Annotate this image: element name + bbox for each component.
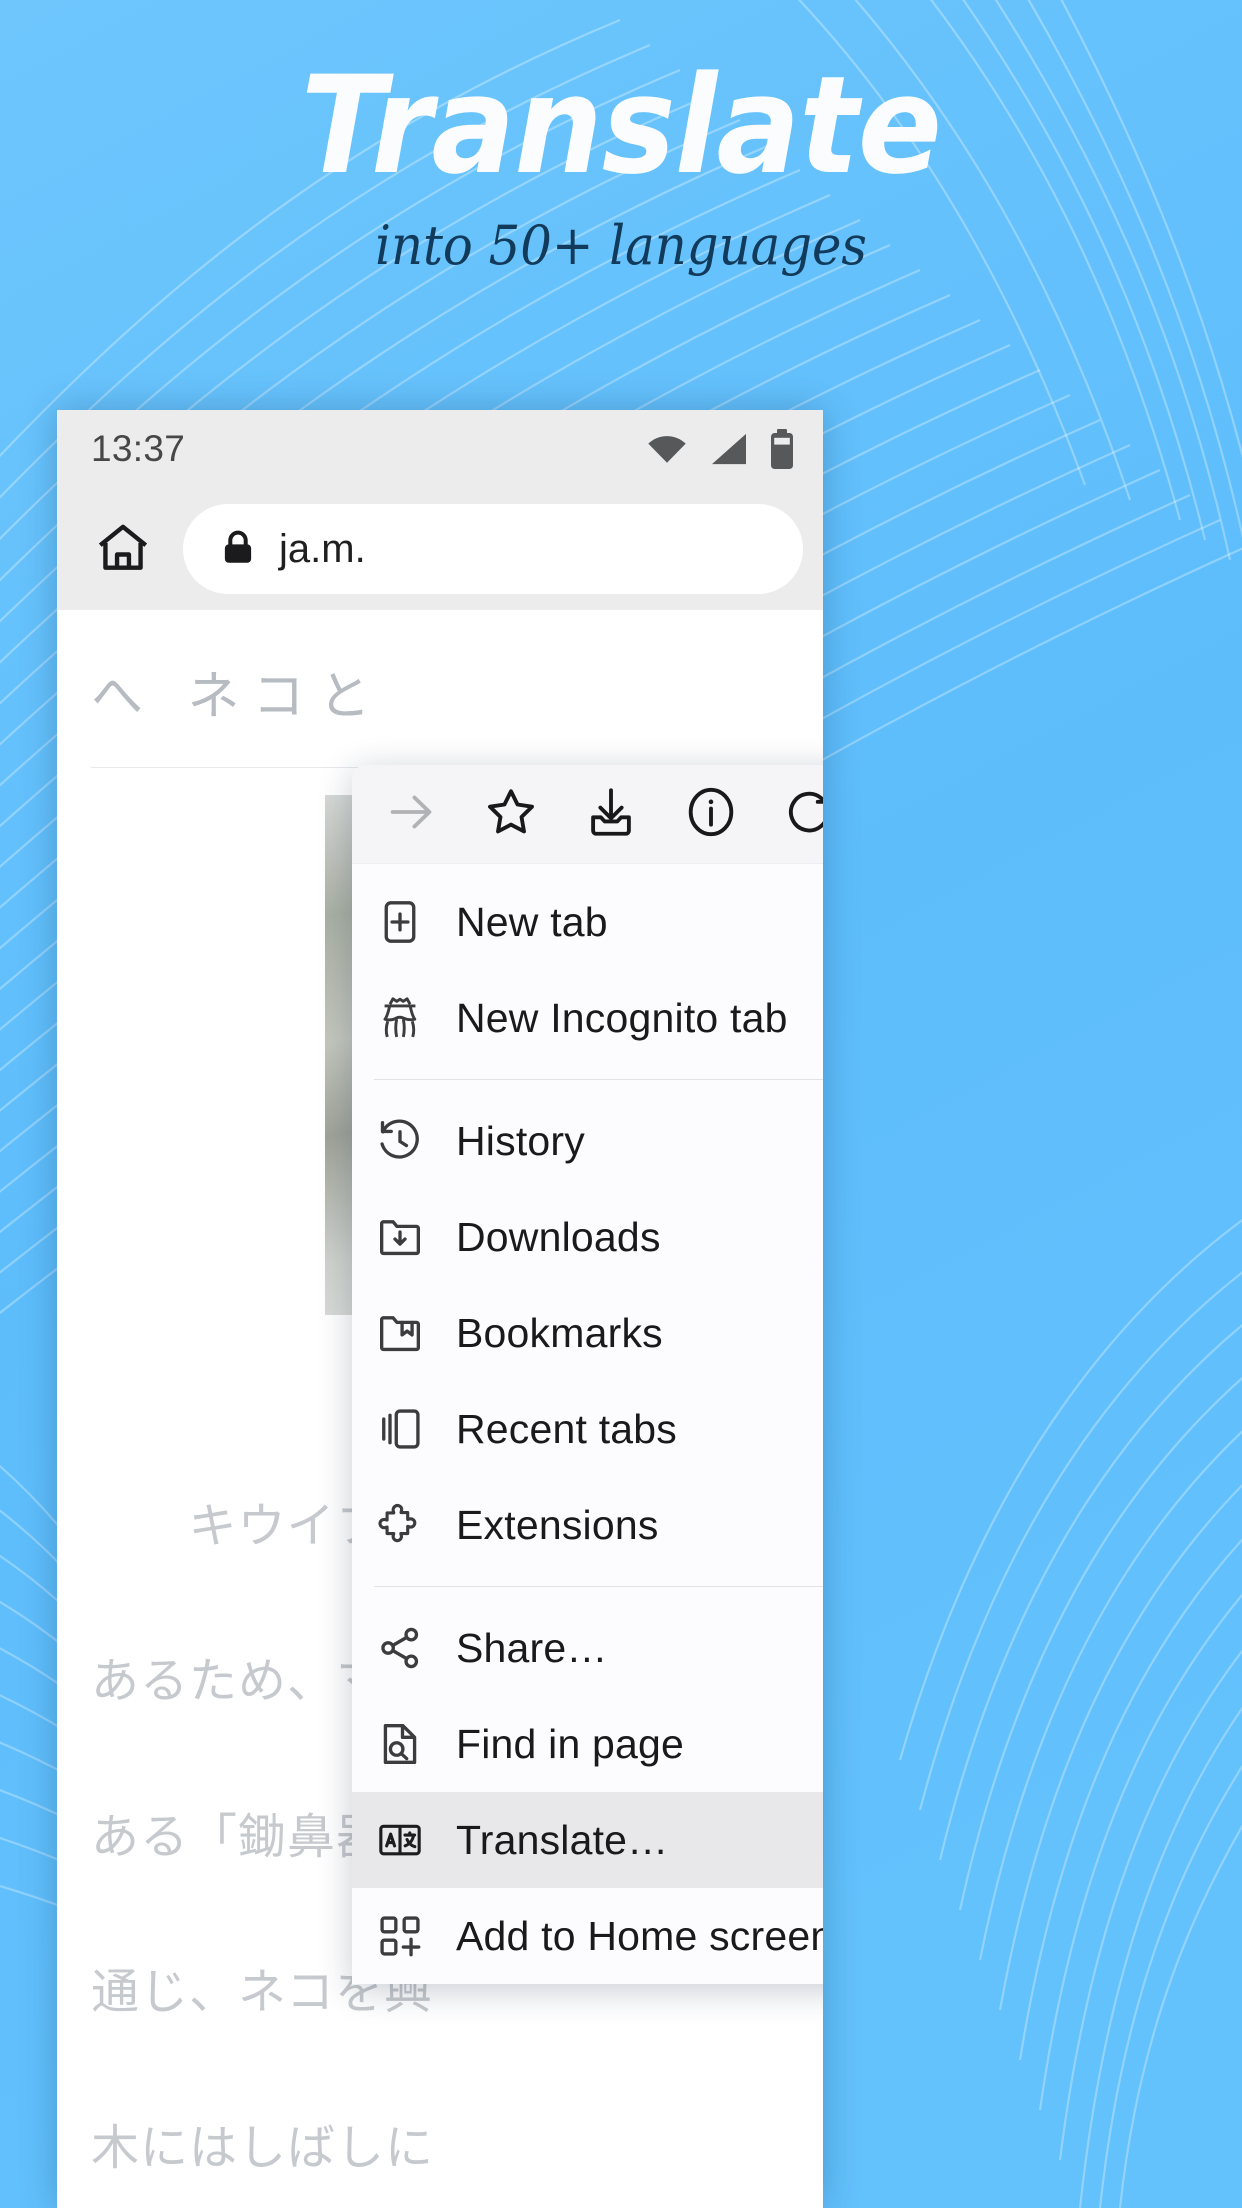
menu-item-label: Find in page [456, 1720, 685, 1767]
reload-icon [781, 783, 823, 846]
translate-icon [374, 1814, 426, 1866]
incognito-icon [374, 992, 426, 1044]
menu-item-label: New Incognito tab [456, 994, 788, 1041]
star-icon [482, 783, 540, 846]
menu-item-translate[interactable]: Translate… [352, 1792, 823, 1888]
menu-item-extensions[interactable]: Extensions [352, 1477, 823, 1573]
menu-item-label: Extensions [456, 1501, 659, 1548]
forward-button[interactable] [376, 778, 448, 850]
menu-item-label: Downloads [456, 1213, 661, 1260]
body-line: 木にはしばしに [91, 2119, 435, 2176]
menu-item-recent-tabs[interactable]: Recent tabs [352, 1381, 823, 1477]
bookmarks-folder-icon [374, 1307, 426, 1359]
menu-item-label: Recent tabs [456, 1405, 677, 1452]
cellular-signal-icon [709, 432, 749, 466]
browser-toolbar: ja.m. [57, 488, 823, 610]
page-heading: へ ネコと [91, 667, 385, 727]
browser-app-menu: New tab New Incognito tab History Downlo… [352, 765, 823, 1984]
recent-tabs-icon [374, 1403, 426, 1455]
home-icon [92, 516, 154, 583]
share-icon [374, 1622, 426, 1674]
menu-item-label: Share… [456, 1624, 608, 1671]
menu-group-library: History Downloads Bookmarks Recent tabs … [352, 1093, 823, 1573]
menu-item-label: Bookmarks [456, 1309, 663, 1356]
download-page-button[interactable] [575, 778, 647, 850]
status-bar: 13:37 [57, 410, 823, 488]
wifi-icon [645, 432, 689, 466]
history-icon [374, 1115, 426, 1167]
url-text: ja.m. [279, 526, 366, 571]
menu-item-downloads[interactable]: Downloads [352, 1189, 823, 1285]
info-icon [682, 783, 740, 846]
menu-group-page-actions: Share… Find in page Translate… Add to Ho… [352, 1600, 823, 1984]
menu-item-label: New tab [456, 898, 608, 945]
menu-divider [374, 1586, 823, 1587]
menu-item-label: History [456, 1117, 585, 1164]
menu-group-tabs: New tab New Incognito tab [352, 874, 823, 1066]
find-in-page-icon [374, 1718, 426, 1770]
menu-divider [374, 1079, 823, 1080]
menu-item-find-in-page[interactable]: Find in page [352, 1696, 823, 1792]
extensions-puzzle-icon [374, 1499, 426, 1551]
reload-button[interactable] [774, 778, 823, 850]
menu-quick-actions [352, 765, 823, 864]
menu-item-label: Translate… [456, 1816, 669, 1863]
forward-arrow-icon [383, 783, 441, 846]
url-bar[interactable]: ja.m. [183, 504, 803, 594]
promo-banner: Translate into 50+ languages [0, 0, 1242, 300]
menu-item-share[interactable]: Share… [352, 1600, 823, 1696]
status-bar-icons [645, 429, 795, 469]
menu-item-bookmarks[interactable]: Bookmarks [352, 1285, 823, 1381]
add-to-home-screen-icon [374, 1910, 426, 1962]
download-icon [582, 783, 640, 846]
page-info-button[interactable] [675, 778, 747, 850]
new-tab-icon [374, 896, 426, 948]
menu-item-label: Add to Home screen [456, 1912, 823, 1959]
menu-item-new-tab[interactable]: New tab [352, 874, 823, 970]
phone-screenshot: 13:37 ja.m. へ ネコと あるため、マタ ある「鋤鼻器」 通じ、ネコを… [57, 410, 823, 2208]
battery-icon [769, 429, 795, 469]
promo-title: Translate [300, 47, 942, 204]
status-bar-clock: 13:37 [91, 428, 186, 469]
menu-item-history[interactable]: History [352, 1093, 823, 1189]
downloads-folder-icon [374, 1211, 426, 1263]
lock-icon [217, 526, 259, 573]
bookmark-button[interactable] [475, 778, 547, 850]
home-button[interactable] [85, 511, 161, 587]
promo-subtitle: into 50+ languages [375, 214, 867, 277]
menu-item-add-to-home-screen[interactable]: Add to Home screen [352, 1888, 823, 1984]
menu-item-new-incognito-tab[interactable]: New Incognito tab [352, 970, 823, 1066]
